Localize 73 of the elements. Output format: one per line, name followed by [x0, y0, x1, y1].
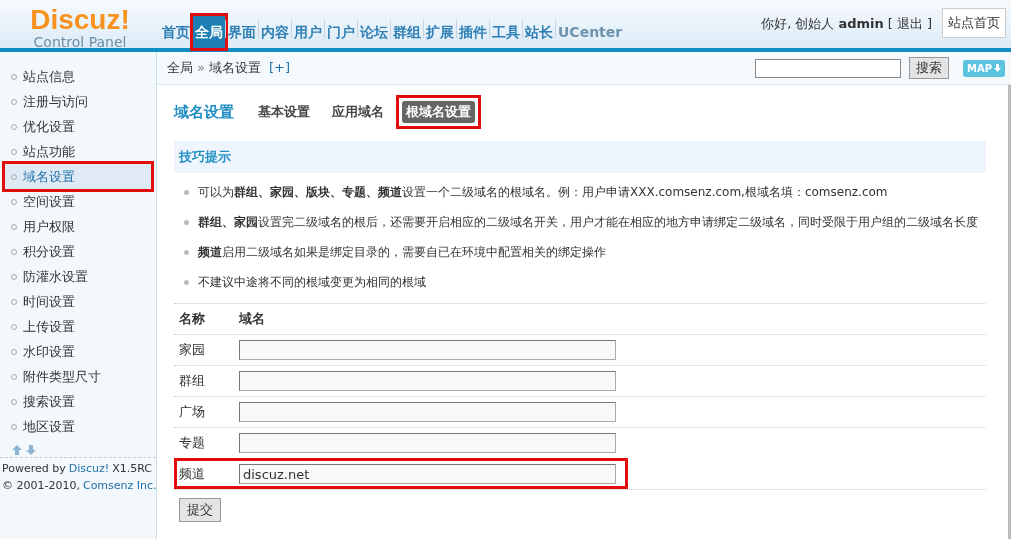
sidebar-item[interactable]: 上传设置 [5, 314, 151, 339]
domain-field[interactable] [239, 433, 616, 453]
bullet-icon [184, 280, 189, 285]
sidebar-item[interactable]: 用户权限 [5, 214, 151, 239]
nav-tab[interactable]: 论坛 [358, 16, 390, 48]
sidebar-item[interactable]: 积分设置 [5, 239, 151, 264]
sidebar-item[interactable]: 地区设置 [5, 414, 151, 439]
logout-link[interactable]: 退出 [896, 14, 923, 34]
tip-text: 群组、家园设置完二级域名的根后，还需要开启相应的二级域名开关，用户才能在相应的地方申请绑定二级域名，同时受限于用户组的二级域名长度 [198, 214, 978, 231]
nav-tab[interactable]: 界面 [226, 16, 258, 48]
version-text: X1.5RC [112, 461, 153, 477]
nav-tab[interactable]: 扩展 [424, 16, 456, 48]
powered-text: Powered by [2, 461, 66, 477]
logo-title: Discuz! [30, 6, 130, 34]
breadcrumb-item: 域名设置 [208, 59, 261, 78]
bullet-icon [184, 220, 189, 225]
greeting-text: 你好, 创始人 [761, 15, 835, 33]
sidebar-item[interactable]: 注册与访问 [5, 89, 151, 114]
down-arrow-icon [994, 64, 1001, 72]
add-link[interactable]: [+] [268, 58, 290, 78]
bullet-icon [184, 250, 189, 255]
breadcrumb-item[interactable]: 全局 [167, 58, 193, 78]
section-tab[interactable]: 根域名设置 [402, 101, 475, 123]
sidebar-item[interactable]: 域名设置 [5, 164, 151, 189]
sidebar-item[interactable]: 站点功能 [5, 139, 151, 164]
search-button[interactable]: 搜索 [908, 57, 949, 79]
domain-field[interactable] [239, 371, 616, 391]
column-header: 域名 [239, 310, 265, 329]
site-home-button[interactable]: 站点首页 [942, 8, 1006, 38]
nav-tab[interactable]: 群组 [391, 16, 423, 48]
row-label: 家园 [179, 341, 206, 360]
row-label: 频道 [179, 465, 206, 484]
nav-tab[interactable]: 用户 [292, 16, 324, 48]
sidebar-item[interactable]: 附件类型尺寸 [5, 364, 151, 389]
section-tab[interactable]: 基本设置 [254, 101, 314, 123]
column-header: 名称 [179, 310, 206, 329]
sidebar-item[interactable]: 水印设置 [5, 339, 151, 364]
bracket-text: ] [926, 15, 932, 33]
nav-tab[interactable]: 首页 [160, 16, 192, 48]
tip-text: 频道启用二级域名如果是绑定目录的，需要自已在环境中配置相关的绑定操作 [198, 244, 606, 261]
nav-tab[interactable]: 内容 [259, 16, 291, 48]
submit-button[interactable]: 提交 [179, 498, 221, 522]
search-field[interactable] [754, 58, 901, 78]
sidebar-item[interactable]: 空间设置 [5, 189, 151, 214]
domain-field[interactable] [239, 402, 616, 422]
sidebar-item[interactable]: 优化设置 [5, 114, 151, 139]
bullet-icon [184, 190, 189, 195]
company-link[interactable]: Comsenz Inc. [82, 477, 157, 494]
sidebar-item[interactable]: 防灌水设置 [5, 264, 151, 289]
bracket-text: [ [887, 15, 893, 33]
username: admin [838, 15, 884, 33]
logo-subtitle: Control Panel [33, 34, 127, 50]
nav-tab[interactable]: 站长 [523, 16, 555, 48]
page-title: 域名设置 [174, 101, 234, 123]
sidebar-item[interactable]: 搜索设置 [5, 389, 151, 414]
nav-tab[interactable]: 插件 [457, 16, 489, 48]
tips-header: 技巧提示 [174, 141, 986, 173]
nav-tab[interactable]: 全局 [193, 16, 225, 48]
sidebar-item[interactable]: 时间设置 [5, 289, 151, 314]
breadcrumb-separator: » [197, 59, 205, 78]
nav-tab[interactable]: 门户 [325, 16, 357, 48]
row-label: 专题 [179, 434, 206, 453]
sidebar-item[interactable]: 站点信息 [5, 64, 151, 89]
tip-text: 不建议中途将不同的根域变更为相同的根域 [198, 274, 426, 291]
section-tab[interactable]: 应用域名 [328, 101, 388, 123]
row-label: 广场 [179, 403, 206, 422]
domain-field[interactable]: discuz.net [239, 464, 616, 484]
tip-text: 可以为群组、家园、版块、专题、频道设置一个二级域名的根域名。例：用户申请XXX.comsenz.com,根域名填：comsenz.com [198, 184, 888, 201]
nav-tab[interactable]: 工具 [490, 16, 522, 48]
brand-link[interactable]: Discuz! [68, 460, 110, 477]
copyright-text: © 2001-2010, [2, 478, 80, 494]
domain-field[interactable] [239, 340, 616, 360]
row-label: 群组 [179, 372, 206, 391]
